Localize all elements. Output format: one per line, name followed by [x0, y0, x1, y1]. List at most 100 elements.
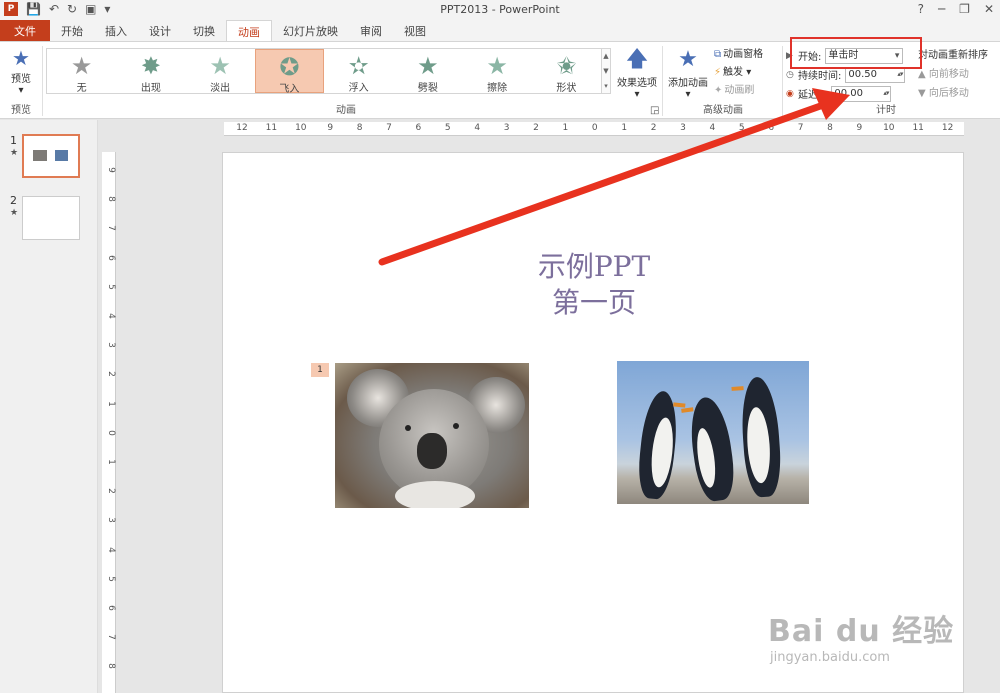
- animation-pane-button[interactable]: ⧉ 动画窗格: [714, 46, 780, 64]
- animation-order-tag[interactable]: 1: [311, 363, 329, 377]
- star-appear-icon: ✸: [140, 52, 161, 80]
- ruler-tick-label: 9: [104, 690, 116, 693]
- koala-image[interactable]: [335, 363, 529, 508]
- slide-subtitle[interactable]: 第一页: [223, 281, 965, 321]
- reorder-group: 对动画重新排序 ▲ 向前移动 ▼ 向后移动: [918, 46, 998, 103]
- ruler-tick-label: 0: [106, 429, 116, 436]
- anim-none[interactable]: ★ 无: [47, 49, 116, 94]
- preview-button[interactable]: ★ 预览 ▾: [4, 46, 38, 96]
- anim-shape[interactable]: ✬ 形状: [532, 49, 601, 94]
- ruler-tick-label: 12: [941, 123, 954, 133]
- ruler-tick-label: 6: [768, 123, 775, 133]
- ruler-tick-label: 8: [106, 663, 116, 670]
- ruler-tick-label: 7: [386, 123, 392, 133]
- star-none-icon: ★: [70, 52, 93, 80]
- animation-marker-icon: ★: [10, 148, 19, 158]
- painter-icon: ✦: [714, 85, 723, 96]
- ruler-tick-label: 4: [106, 546, 116, 553]
- ruler-tick-label: 3: [106, 342, 116, 349]
- tab-transitions[interactable]: 切换: [182, 20, 226, 41]
- ruler-tick-label: 6: [106, 254, 116, 261]
- anim-fly-in[interactable]: ✪ 飞入: [254, 49, 324, 95]
- gallery-scroll[interactable]: ▲ ▼ ▾: [601, 48, 611, 94]
- group-label-advanced: 高级动画: [703, 105, 743, 116]
- horizontal-ruler: 12 11 10 9 8 7 6 5 4 3 2 1 0 1 2 3 4 5 6 7 8 9 10 11 12: [224, 122, 964, 136]
- ruler-tick-label: 6: [415, 123, 422, 133]
- koala-thumbnail: [33, 150, 47, 161]
- close-button[interactable]: ✕: [984, 2, 994, 16]
- ruler-tick-label: 5: [106, 575, 116, 582]
- koala-chest: [395, 481, 475, 508]
- penguin: [681, 394, 739, 504]
- scroll-down-icon[interactable]: ▼: [602, 67, 610, 75]
- anim-fade[interactable]: ★ 淡出: [186, 49, 255, 94]
- ruler-tick-label: 4: [474, 123, 481, 133]
- ruler-tick-label: 1: [562, 123, 569, 133]
- clock-icon: ◷: [786, 69, 794, 80]
- advanced-animation-list: ⧉ 动画窗格 ⚡ 触发 ▾ ✦ 动画刷: [714, 46, 780, 100]
- animation-gallery: ★ 无 ✸ 出现 ★ 淡出 ✪ 飞入 ✫ 浮入 ★ 劈裂 ★ 擦除 ✬ 形状: [46, 48, 602, 95]
- anim-appear[interactable]: ✸ 出现: [116, 49, 185, 94]
- delay-spinner[interactable]: 00.00: [831, 85, 892, 102]
- scroll-up-icon[interactable]: ▲: [602, 52, 610, 60]
- trigger-button[interactable]: ⚡ 触发 ▾: [714, 64, 780, 82]
- highlight-box: [790, 37, 922, 69]
- add-star-icon: ★: [678, 47, 698, 72]
- koala-nose: [417, 433, 447, 469]
- ruler-tick-label: 3: [503, 123, 510, 133]
- ruler-tick-label: 2: [533, 123, 539, 133]
- dropdown-arrow-icon: ▾: [634, 89, 640, 100]
- ruler-tick-label: 10: [883, 123, 895, 133]
- separator: [782, 46, 783, 116]
- slide-thumbnails-panel: 1 ★ 2 ★: [0, 120, 98, 693]
- anim-wipe[interactable]: ★ 擦除: [463, 49, 532, 94]
- star-shape-icon: ✬: [556, 52, 577, 80]
- anim-float-in[interactable]: ✫ 浮入: [324, 49, 393, 94]
- title-bar: P 💾 ↶ ↻ ▣ ▾ PPT2013 - PowerPoint ? ─ ❐ ✕: [0, 0, 1000, 20]
- ruler-tick-label: 5: [444, 123, 451, 133]
- ruler-tick-label: 5: [738, 123, 745, 133]
- ruler-tick-label: 12: [236, 123, 248, 133]
- watermark-url: jingyan.baidu.com: [770, 650, 890, 665]
- tab-file[interactable]: 文件: [0, 20, 50, 41]
- baidu-watermark: Bai du 经验 jingyan.baidu.com: [768, 606, 954, 665]
- window-controls: ? ─ ❐ ✕: [918, 2, 994, 16]
- ruler-tick-label: 7: [106, 225, 116, 232]
- restore-button[interactable]: ❐: [959, 2, 970, 16]
- slide-thumbnail-1[interactable]: [22, 134, 80, 178]
- tab-review[interactable]: 审阅: [349, 20, 393, 41]
- tab-animations[interactable]: 动画: [226, 20, 272, 41]
- separator: [662, 46, 663, 116]
- watermark-logo: Bai du 经验: [768, 614, 955, 649]
- ruler-tick-label: 2: [650, 123, 657, 133]
- effect-options-button[interactable]: 🡅 效果选项 ▾: [614, 46, 660, 100]
- ruler-tick-label: 4: [709, 123, 716, 133]
- slide-title[interactable]: 示例PPT: [223, 245, 965, 285]
- add-animation-button[interactable]: ★ 添加动画 ▾: [666, 46, 710, 100]
- move-earlier-button[interactable]: ▲ 向前移动: [918, 65, 998, 84]
- ruler-tick-label: 11: [912, 123, 924, 133]
- minimize-button[interactable]: ─: [938, 2, 945, 16]
- ruler-tick-label: 7: [797, 123, 804, 133]
- dropdown-arrow-icon: ▾: [685, 89, 691, 100]
- group-label-timing: 计时: [876, 105, 896, 116]
- slide-number: 1: [10, 134, 17, 147]
- penguins-image[interactable]: [617, 361, 809, 504]
- dialog-launcher-icon[interactable]: ◲: [650, 105, 659, 116]
- ruler-tick-label: 4: [106, 313, 116, 319]
- ruler-tick-label: 3: [106, 517, 116, 524]
- anim-split[interactable]: ★ 劈裂: [393, 49, 462, 94]
- animation-marker-icon: ★: [10, 208, 19, 218]
- pane-icon: ⧉: [714, 49, 722, 60]
- tab-view[interactable]: 视图: [393, 20, 437, 41]
- help-icon[interactable]: ?: [918, 2, 924, 16]
- tab-design[interactable]: 设计: [138, 20, 182, 41]
- tab-home[interactable]: 开始: [50, 20, 94, 41]
- tab-slideshow[interactable]: 幻灯片放映: [272, 20, 349, 41]
- ruler-tick-label: 0: [591, 123, 598, 133]
- gallery-more-icon[interactable]: ▾: [602, 82, 610, 90]
- penguin: [731, 375, 784, 499]
- tab-insert[interactable]: 插入: [94, 20, 138, 41]
- slide-thumbnail-2[interactable]: [22, 196, 80, 240]
- animation-painter-button[interactable]: ✦ 动画刷: [714, 82, 780, 100]
